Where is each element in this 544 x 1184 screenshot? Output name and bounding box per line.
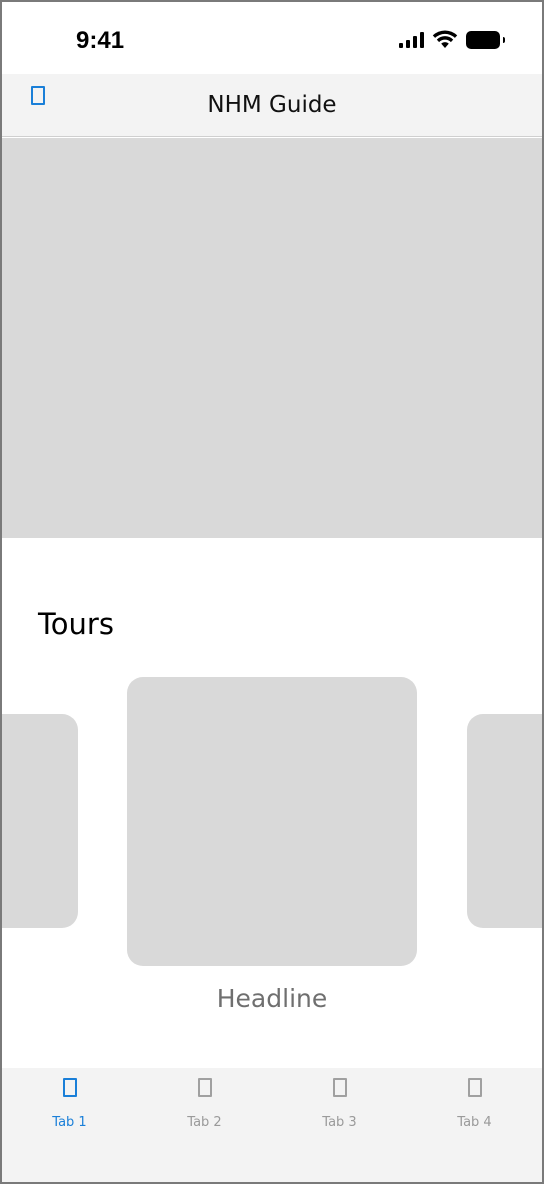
tab-3[interactable]: Tab 3 (272, 1068, 407, 1182)
navigation-bar: NHM Guide (2, 74, 542, 137)
tab-2[interactable]: Tab 2 (137, 1068, 272, 1182)
wifi-icon (432, 30, 458, 48)
tour-card-next[interactable] (467, 714, 542, 928)
tab-placeholder-icon (197, 1078, 212, 1097)
tab-1[interactable]: Tab 1 (2, 1068, 137, 1182)
tab-label: Tab 3 (322, 1115, 357, 1130)
page-title: NHM Guide (207, 92, 337, 118)
tour-card-previous[interactable] (2, 714, 78, 928)
tab-bar: Tab 1 Tab 2 Tab 3 Tab 4 (2, 1068, 542, 1182)
tab-placeholder-icon (332, 1078, 347, 1097)
tab-label: Tab 4 (457, 1115, 492, 1130)
phone-screen: 9:41 NHM Guide Tours Headline Tab 1 Tab … (0, 0, 544, 1184)
cellular-signal-icon (399, 31, 424, 48)
tab-4[interactable]: Tab 4 (407, 1068, 542, 1182)
tour-card-featured[interactable] (127, 677, 417, 966)
tab-placeholder-icon (467, 1078, 482, 1097)
tab-label: Tab 2 (187, 1115, 222, 1130)
tour-card-headline: Headline (216, 984, 328, 1013)
hero-image-placeholder (2, 138, 542, 538)
tab-label: Tab 1 (52, 1115, 87, 1130)
tab-placeholder-icon (62, 1078, 77, 1097)
battery-icon (466, 30, 505, 49)
status-icons (399, 30, 505, 49)
tours-section-title: Tours (38, 607, 114, 641)
status-bar: 9:41 (2, 2, 542, 74)
status-time: 9:41 (76, 27, 125, 54)
